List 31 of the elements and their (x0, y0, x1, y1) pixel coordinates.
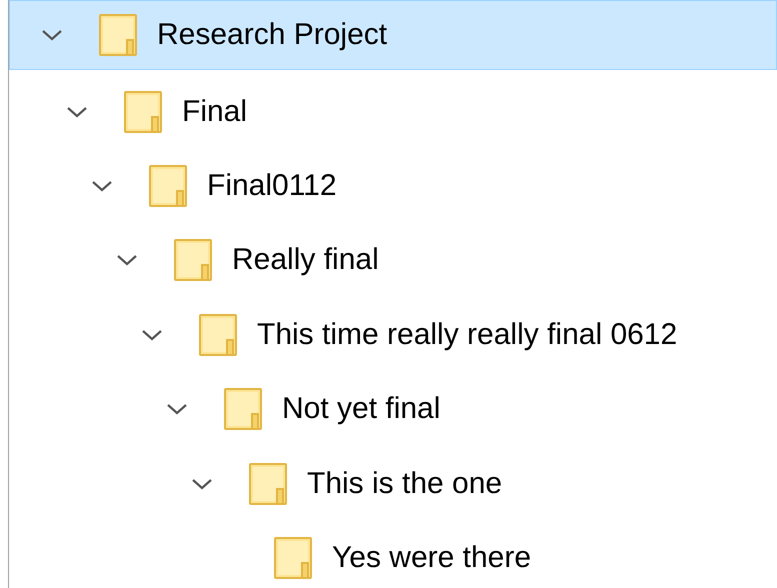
folder-icon (274, 536, 312, 579)
tree-item[interactable]: Really final (9, 223, 777, 298)
folder-name: Final0112 (207, 168, 337, 203)
tree-item[interactable]: Final (9, 74, 777, 149)
folder-icon (199, 314, 237, 356)
tree-item[interactable]: Research Project (9, 0, 777, 70)
folder-name: Yes were there (332, 540, 532, 575)
folder-icon (224, 388, 262, 430)
chevron-icon[interactable] (66, 104, 88, 119)
tree-item[interactable]: Yes were there (9, 520, 777, 588)
folder-name: Really final (232, 243, 379, 278)
folder-name: This time really really final 0612 (257, 318, 678, 352)
folder-icon (174, 239, 212, 282)
chevron-icon[interactable] (41, 28, 63, 42)
chevron-icon[interactable] (141, 328, 163, 342)
folder-name: Final (182, 94, 248, 129)
folder-name: This is the one (307, 466, 502, 501)
chevron-icon[interactable] (166, 402, 188, 416)
folder-name: Research Project (157, 18, 388, 52)
tree-item[interactable]: This is the one (9, 446, 777, 521)
tree-item[interactable]: Final0112 (9, 148, 777, 224)
chevron-icon[interactable] (91, 178, 113, 193)
folder-icon (249, 462, 287, 505)
chevron-icon[interactable] (116, 253, 138, 268)
tree-item[interactable]: Not yet final (9, 372, 777, 446)
folder-icon (149, 164, 187, 207)
folder-icon (124, 90, 162, 133)
chevron-icon[interactable] (191, 476, 213, 491)
tree-item[interactable]: This time really really final 0612 (9, 298, 777, 372)
folder-name: Not yet final (282, 392, 440, 426)
folder-icon (99, 14, 137, 56)
